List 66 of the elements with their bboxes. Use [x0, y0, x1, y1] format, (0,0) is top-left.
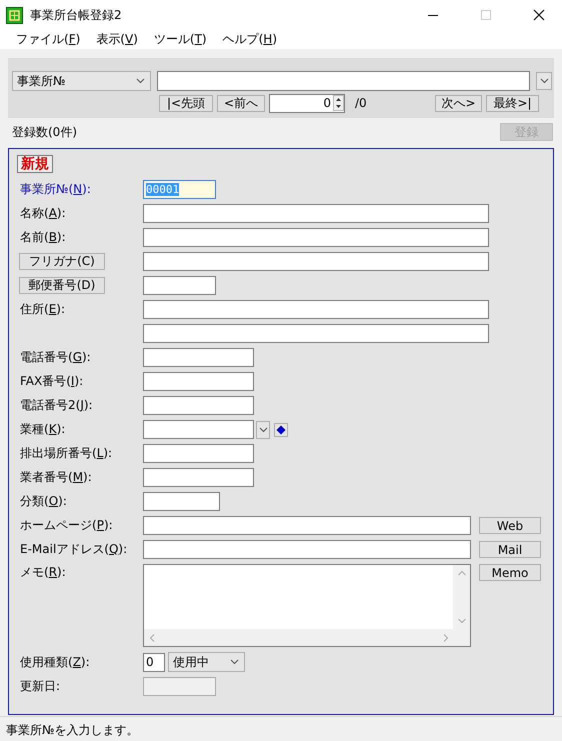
lookup-button[interactable] — [274, 422, 288, 436]
input-field[interactable] — [143, 204, 489, 223]
field-value: 00001 — [146, 183, 180, 196]
field-label: 名前(B): — [19, 229, 67, 246]
input-field[interactable] — [143, 252, 489, 271]
dropdown-button[interactable] — [256, 420, 270, 438]
status-text: 事業所№を入力します。 — [6, 722, 138, 738]
app-icon — [6, 6, 23, 24]
input-field[interactable] — [143, 492, 220, 511]
field-label: 使用種類(Z): — [19, 654, 91, 670]
record-number-field[interactable]: 0 — [269, 94, 345, 112]
field-label: ホームページ(P): — [19, 517, 114, 534]
input-field[interactable] — [143, 468, 254, 487]
input-field[interactable] — [143, 324, 489, 343]
input-field[interactable] — [143, 540, 471, 559]
dropdown-button[interactable] — [536, 72, 552, 90]
record-total: /0 — [355, 96, 368, 110]
next-button[interactable]: 次へ> — [435, 94, 482, 112]
chevron-down-icon — [229, 657, 240, 667]
menu-item[interactable]: ヘルプ(H) — [214, 31, 285, 48]
menu-item[interactable]: 表示(V) — [88, 31, 146, 48]
window-title: 事業所台帳登録2 — [30, 6, 123, 24]
field-label-button[interactable]: フリガナ(C) — [19, 253, 105, 270]
side-button[interactable]: Memo — [479, 564, 541, 581]
input-field[interactable] — [143, 276, 216, 295]
field-label: 分類(O): — [19, 493, 68, 510]
input-field[interactable] — [143, 420, 254, 439]
field-label: 電話番号(G): — [19, 349, 92, 366]
first-button[interactable]: |<先頭 — [159, 94, 213, 112]
menu-item[interactable]: ファイル(F) — [8, 31, 88, 48]
search-field[interactable] — [156, 71, 530, 91]
record-count: 登録数(0件) — [12, 124, 77, 140]
chevron-down-icon — [258, 424, 268, 434]
chevron-down-icon — [134, 76, 146, 86]
field-label: メモ(R): — [19, 564, 67, 581]
input-field[interactable] — [143, 372, 254, 391]
diamond-icon — [276, 424, 286, 434]
input-field[interactable] — [143, 228, 489, 247]
menu-item[interactable]: ツール(T) — [146, 31, 215, 48]
field-label: 電話番号2(J): — [19, 397, 94, 414]
chevron-down-icon — [538, 76, 550, 86]
input-field[interactable] — [143, 348, 254, 367]
field-label: 名称(A): — [19, 205, 67, 222]
field-label-button[interactable]: 郵便番号(D) — [19, 277, 105, 294]
field-label: E-Mailアドレス(Q): — [19, 541, 128, 558]
input-field[interactable] — [143, 300, 489, 319]
input-field[interactable] — [143, 396, 254, 415]
side-button[interactable]: Mail — [479, 541, 541, 558]
field-label: 更新日: — [19, 678, 62, 695]
input-field[interactable]: 0 — [143, 652, 165, 672]
field-label: 業者番号(M): — [19, 469, 93, 486]
previous-button[interactable]: <前へ — [217, 94, 265, 112]
field-label: 住所(E): — [19, 301, 66, 318]
last-button[interactable]: 最終>| — [486, 94, 539, 112]
new-record-badge: 新規 — [17, 155, 53, 173]
spinner-icon[interactable] — [333, 95, 344, 111]
search-field-select[interactable]: 事業所№ — [12, 71, 151, 91]
status-select[interactable]: 使用中 — [168, 652, 245, 672]
close-icon[interactable] — [533, 9, 545, 21]
field-label: 業種(K): — [19, 421, 66, 438]
input-field[interactable] — [143, 444, 254, 463]
side-button[interactable]: Web — [479, 517, 541, 534]
field-label: FAX番号(I): — [19, 373, 84, 390]
input-field[interactable] — [143, 516, 471, 535]
field-label: 事業所№(N): — [19, 181, 92, 198]
field-label: 排出場所番号(L): — [19, 445, 114, 462]
